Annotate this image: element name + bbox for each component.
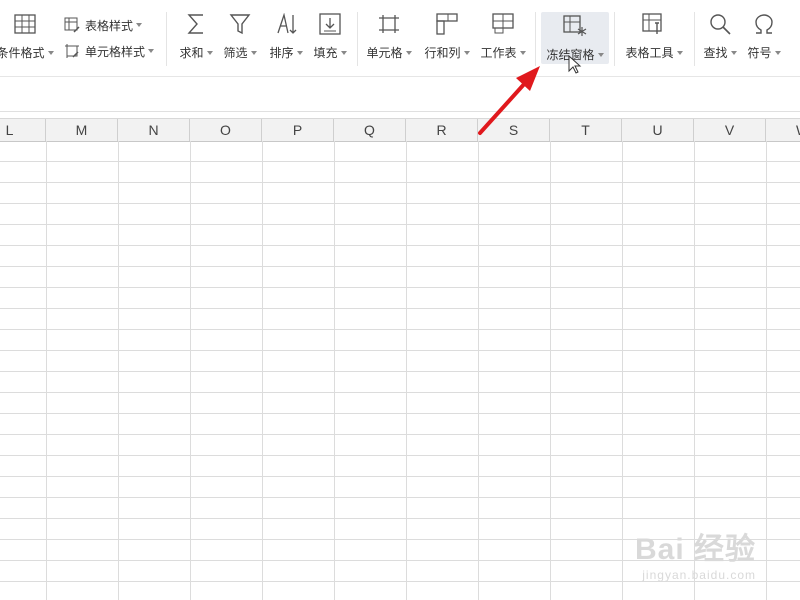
watermark-logo: Bai 经验 — [634, 533, 756, 566]
cell-icon — [375, 10, 403, 38]
conditional-format-label: 条件格式 — [0, 46, 45, 60]
conditional-format-button[interactable]: 条件格式 — [0, 10, 54, 68]
column-header-s[interactable]: S — [478, 119, 550, 141]
symbol-button[interactable]: 符号 — [744, 10, 784, 68]
column-header-r[interactable]: R — [406, 119, 478, 141]
filter-button[interactable]: 筛选 — [220, 10, 260, 68]
row-col-icon — [433, 10, 461, 38]
sort-label: 排序 — [269, 46, 294, 60]
column-header-p[interactable]: P — [262, 119, 334, 141]
watermark-url: jingyan.baidu.com — [642, 568, 756, 582]
column-header-m[interactable]: M — [46, 119, 118, 141]
worksheet-button[interactable]: 工作表 — [478, 10, 528, 68]
separator — [694, 12, 695, 66]
sort-icon — [272, 10, 300, 38]
table-style-button[interactable]: 表格样式 — [64, 16, 143, 34]
row-col-button[interactable]: 行和列 — [422, 10, 472, 68]
cell-style-icon — [64, 42, 82, 60]
omega-icon — [750, 10, 778, 38]
row-col-label: 行和列 — [424, 46, 461, 60]
funnel-icon — [226, 10, 254, 38]
worksheet-icon — [489, 10, 517, 38]
freeze-panes-label: 冻结窗格 — [546, 48, 595, 62]
find-label: 查找 — [703, 46, 728, 60]
freeze-panes-button[interactable]: 冻结窗格 — [541, 12, 609, 64]
column-header-bar: L M N O P Q R S T U V W — [0, 118, 800, 142]
table-tools-icon — [640, 10, 668, 38]
sort-button[interactable]: 排序 — [266, 10, 306, 68]
separator — [535, 12, 536, 66]
sum-button[interactable]: 求和 — [176, 10, 216, 68]
cell-label: 单元格 — [366, 46, 403, 60]
conditional-format-icon — [11, 10, 39, 38]
column-header-w[interactable]: W — [766, 119, 800, 141]
table-tools-button[interactable]: 表格工具 — [622, 10, 686, 68]
table-style-label: 表格样式 — [85, 18, 134, 33]
sigma-icon — [182, 10, 210, 38]
fill-button[interactable]: 填充 — [310, 10, 350, 68]
filter-label: 筛选 — [223, 46, 248, 60]
fill-down-icon — [316, 10, 344, 38]
symbol-label: 符号 — [747, 46, 772, 60]
column-header-q[interactable]: Q — [334, 119, 406, 141]
fill-label: 填充 — [313, 46, 338, 60]
table-style-icon — [64, 16, 82, 34]
separator — [614, 12, 615, 66]
sum-label: 求和 — [179, 46, 204, 60]
cell-grid[interactable]: Bai 经验 jingyan.baidu.com — [0, 141, 800, 600]
watermark: Bai 经验 jingyan.baidu.com — [635, 524, 756, 582]
table-tools-label: 表格工具 — [625, 46, 674, 60]
cell-style-button[interactable]: 单元格样式 — [64, 42, 155, 60]
search-icon — [706, 10, 734, 38]
cell-style-label: 单元格样式 — [85, 44, 146, 59]
cell-button[interactable]: 单元格 — [366, 10, 412, 68]
find-button[interactable]: 查找 — [700, 10, 740, 68]
formula-bar-area — [0, 77, 800, 112]
separator — [357, 12, 358, 66]
freeze-panes-icon — [561, 12, 589, 40]
column-header-t[interactable]: T — [550, 119, 622, 141]
column-header-u[interactable]: U — [622, 119, 694, 141]
separator — [166, 12, 167, 66]
column-header-n[interactable]: N — [118, 119, 190, 141]
ribbon-toolbar: 条件格式 表格样式 单元格样式 求和 筛选 排序 填充 单元格 行和列 工作表 … — [0, 0, 800, 77]
column-header-v[interactable]: V — [694, 119, 766, 141]
worksheet-label: 工作表 — [480, 46, 517, 60]
column-header-l[interactable]: L — [0, 119, 46, 141]
column-header-o[interactable]: O — [190, 119, 262, 141]
